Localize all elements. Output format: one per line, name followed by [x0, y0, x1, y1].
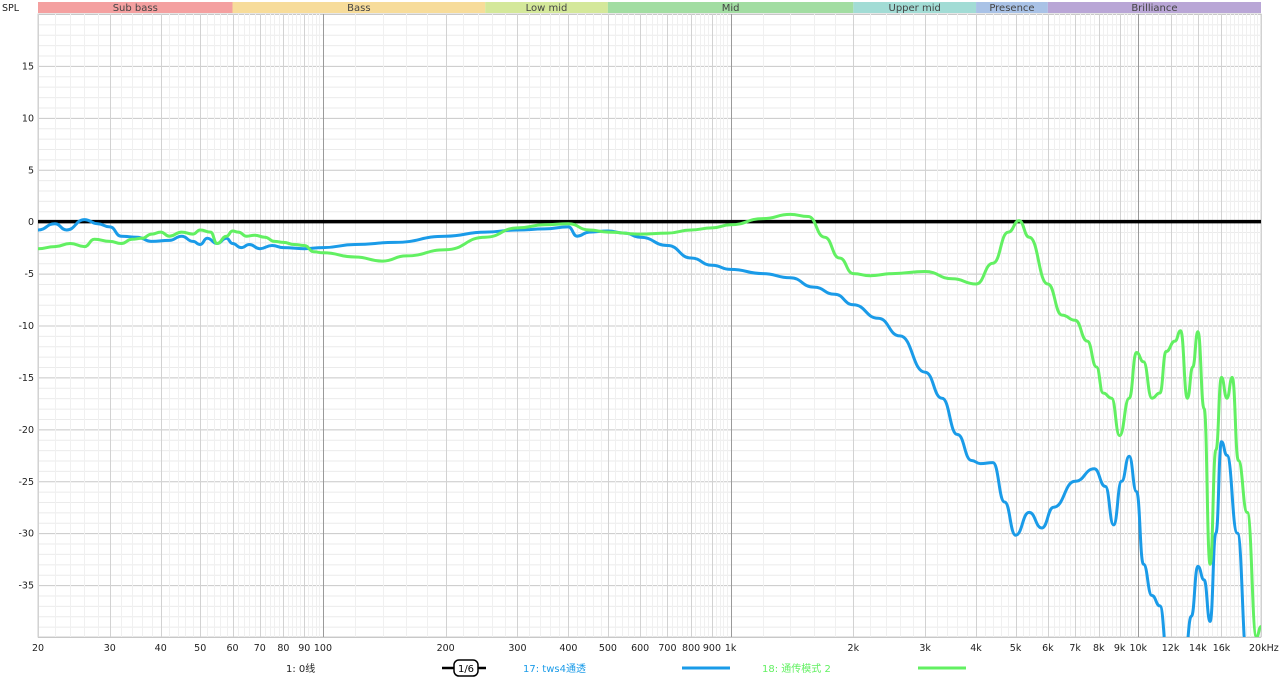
y-tick-label: -10	[18, 321, 34, 332]
x-tick-label: 3k	[919, 643, 931, 654]
x-tick-label: 500	[599, 643, 617, 654]
x-tick-label: 900	[703, 643, 721, 654]
band-label: Upper mid	[889, 3, 941, 14]
y-tick-labels: 15 10 5 0 -5 -10 -15 -20 -25 -30 -35	[18, 61, 34, 591]
x-tick-label: 2k	[848, 643, 860, 654]
smoothing-label: 1/6	[458, 664, 474, 675]
series-curves	[38, 212, 1261, 637]
x-tick-label: 70	[254, 643, 266, 654]
legend-item-tws4: 17: tws4通透	[523, 663, 586, 675]
x-tick-label: 9k	[1114, 643, 1126, 654]
x-tick-label: 800	[682, 643, 700, 654]
x-tick-label: 20	[32, 643, 44, 654]
band-label: Bass	[347, 3, 370, 14]
x-tick-label: 40	[155, 643, 167, 654]
y-tick-label: -30	[18, 529, 34, 540]
x-tick-label: 90	[298, 643, 310, 654]
x-tick-label: 7k	[1069, 643, 1081, 654]
y-tick-label: 5	[28, 165, 34, 176]
legend-item-zero-line: 1: 0线	[286, 662, 315, 675]
y-tick-label: 10	[22, 113, 34, 124]
x-tick-label: 10k	[1129, 643, 1147, 654]
frequency-response-chart: Sub bass Bass Low mid Mid Upper mid Presence B…	[2, 2, 1279, 677]
x-tick-label: 4k	[970, 643, 982, 654]
x-tick-label: 50	[194, 643, 206, 654]
x-tick-label: 100	[314, 643, 332, 654]
band-label: Sub bass	[113, 3, 158, 14]
series-line-2	[38, 212, 1261, 637]
x-tick-label: 14k	[1189, 643, 1207, 654]
x-tick-label: 600	[631, 643, 649, 654]
x-tick-label: 6k	[1042, 643, 1054, 654]
y-axis-label: SPL	[2, 3, 20, 14]
x-tick-label: 20kHz	[1249, 643, 1279, 654]
y-tick-label: -5	[25, 269, 34, 280]
x-tick-label: 12k	[1162, 643, 1180, 654]
legend: 1: 0线 1/6 17: tws4通透 18: 通传模式 2	[286, 659, 966, 677]
x-tick-label: 60	[226, 643, 238, 654]
x-tick-label: 16k	[1213, 643, 1231, 654]
y-tick-label: -35	[18, 581, 34, 592]
band-label: Presence	[989, 3, 1034, 14]
x-tick-label: 200	[437, 643, 455, 654]
band-label: Brilliance	[1131, 3, 1177, 14]
x-tick-labels: 20 30 40 50 60 70 80 90 100 200 300 400 500 600 700 800…	[32, 643, 1279, 654]
legend-item-transparency-mode: 18: 通传模式 2	[762, 662, 831, 675]
y-tick-label: 0	[28, 217, 34, 228]
x-tick-label: 1k	[725, 643, 737, 654]
x-tick-label: 30	[104, 643, 116, 654]
y-tick-label: -20	[18, 425, 34, 436]
x-tick-label: 300	[508, 643, 526, 654]
y-tick-label: 15	[22, 61, 34, 72]
band-label: Low mid	[526, 3, 568, 14]
x-tick-label: 700	[658, 643, 676, 654]
x-tick-label: 80	[277, 643, 289, 654]
x-tick-label: 5k	[1010, 643, 1022, 654]
x-tick-label: 8k	[1093, 643, 1105, 654]
y-tick-label: -15	[18, 373, 34, 384]
y-tick-label: -25	[18, 477, 34, 488]
smoothing-control[interactable]: 1/6	[442, 659, 486, 677]
frequency-bands: Sub bass Bass Low mid Mid Upper mid Presence B…	[38, 2, 1261, 14]
x-tick-label: 400	[559, 643, 577, 654]
band-label: Mid	[722, 3, 740, 14]
